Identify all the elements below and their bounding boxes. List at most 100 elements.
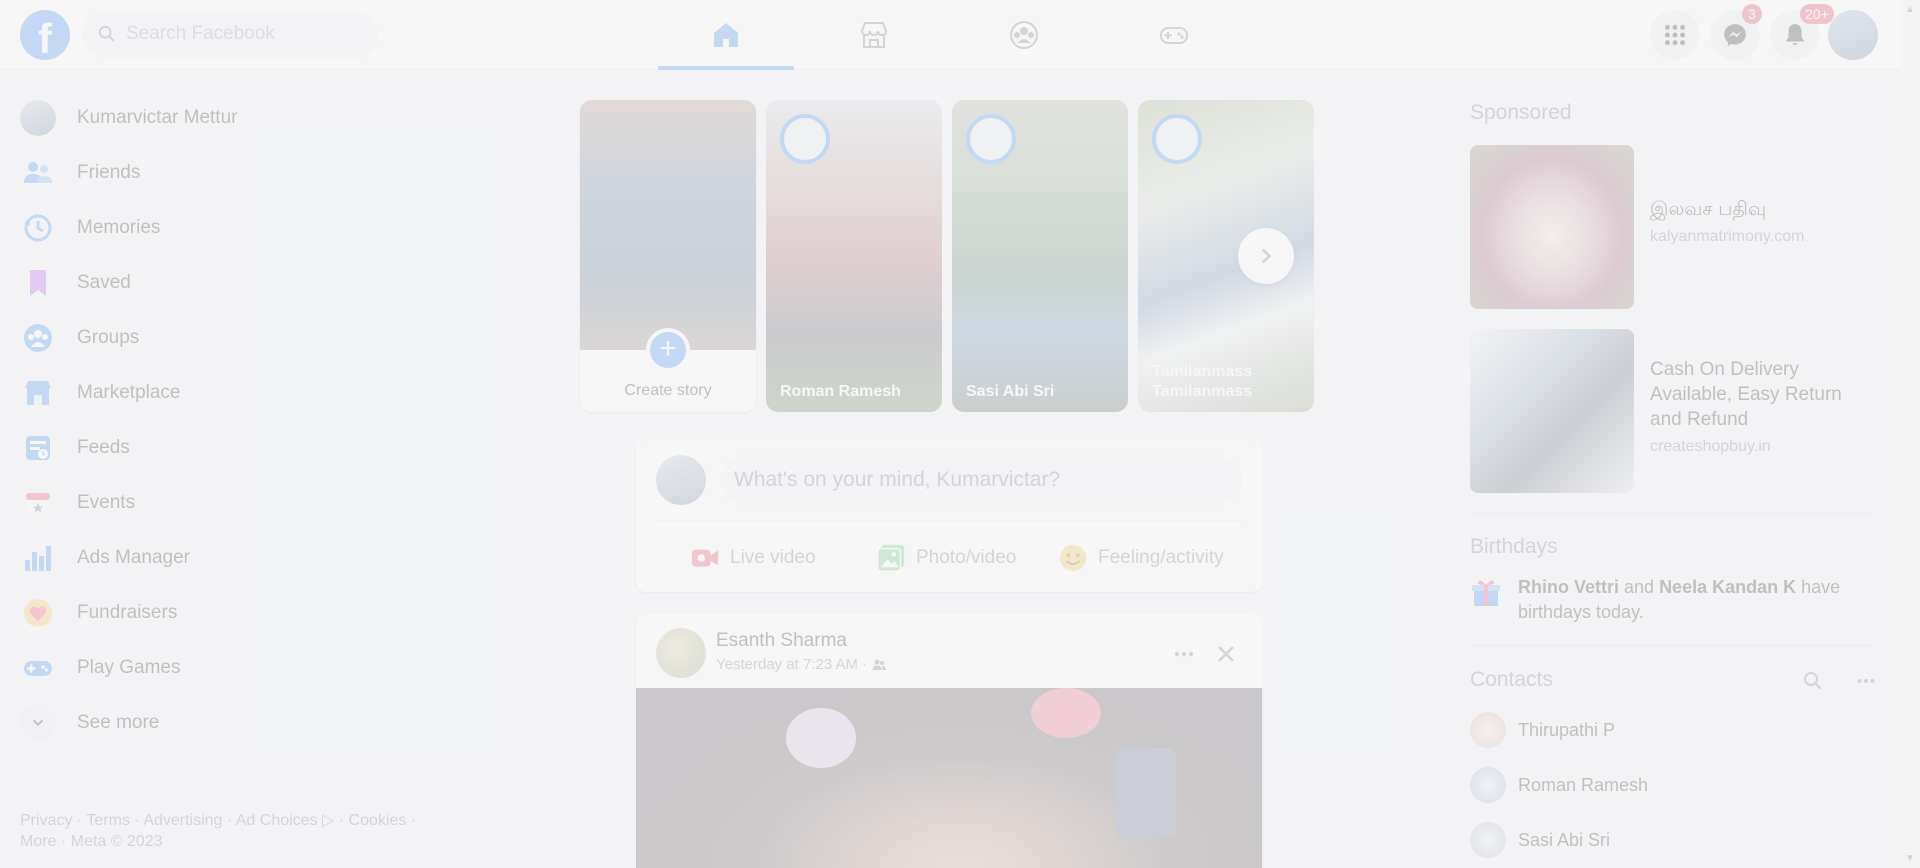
- close-icon: [1218, 646, 1234, 662]
- contact-item[interactable]: Sasi Abi Sri: [1470, 820, 1610, 860]
- scroll-up-arrow[interactable]: ▲: [1905, 4, 1915, 15]
- avatar[interactable]: [656, 455, 706, 505]
- sidebar-item-friends[interactable]: Friends: [10, 145, 430, 200]
- post-composer: What's on your mind, Kumarvictar? Live v…: [636, 440, 1262, 592]
- birthday-name[interactable]: Rhino Vettri: [1518, 577, 1619, 597]
- footer-line[interactable]: Privacy · Terms · Advertising · Ad Choic…: [20, 810, 440, 831]
- sidebar-item-see-more[interactable]: See more: [10, 695, 430, 750]
- avatar: [20, 99, 56, 136]
- tab-groups[interactable]: [956, 0, 1092, 70]
- story-card[interactable]: Roman Ramesh: [766, 100, 942, 412]
- divider: [1470, 513, 1876, 514]
- sidebar-item-label: Fundraisers: [77, 601, 178, 623]
- composer-input[interactable]: What's on your mind, Kumarvictar?: [720, 455, 1242, 505]
- footer-line[interactable]: More · Meta © 2023: [20, 831, 440, 852]
- grid-menu-icon: [1664, 24, 1686, 46]
- avatar: [1470, 767, 1506, 803]
- contacts-search-button[interactable]: [1798, 666, 1828, 696]
- post-time[interactable]: Yesterday at 7:23 AM ·: [716, 656, 867, 673]
- tab-marketplace[interactable]: [806, 0, 942, 70]
- sidebar-item-memories[interactable]: Memories: [10, 200, 430, 255]
- memories-icon: [24, 214, 52, 241]
- top-bar: f 3 20+: [0, 0, 1900, 70]
- sidebar-item-groups[interactable]: Groups: [10, 310, 430, 365]
- create-story-label: Create story: [624, 382, 712, 399]
- scroll-down-arrow[interactable]: ▼: [1905, 853, 1915, 864]
- post-options-button[interactable]: [1166, 636, 1202, 672]
- live-video-button[interactable]: Live video: [690, 540, 816, 576]
- more-horizontal-icon: [1174, 651, 1194, 657]
- feeling-activity-button[interactable]: Feeling/activity: [1058, 540, 1224, 576]
- ad-title: Cash On Delivery Available, Easy Return …: [1650, 359, 1842, 430]
- sidebar-item-feeds[interactable]: Feeds: [10, 420, 430, 475]
- sidebar-item-label: See more: [77, 711, 160, 733]
- post-image[interactable]: [636, 688, 1262, 868]
- contact-name: Thirupathi P: [1518, 719, 1616, 740]
- sidebar-item-label: Events: [77, 491, 136, 513]
- story-card[interactable]: Sasi Abi Sri: [952, 100, 1128, 412]
- flower-shape: [1031, 688, 1101, 738]
- account-avatar[interactable]: [1828, 10, 1878, 60]
- birthday-name[interactable]: Neela Kandan K: [1659, 577, 1796, 597]
- ad-site: kalyanmatrimony.com: [1650, 228, 1805, 245]
- messenger-button[interactable]: 3: [1710, 4, 1762, 60]
- hide-post-button[interactable]: [1208, 636, 1244, 672]
- photo-video-button[interactable]: Photo/video: [876, 540, 1016, 576]
- sidebar-item-marketplace[interactable]: Marketplace: [10, 365, 430, 420]
- saved-icon: [30, 269, 46, 296]
- post-author[interactable]: Esanth Sharma: [716, 630, 847, 652]
- sidebar-item-label: Kumarvictar Mettur: [77, 106, 238, 128]
- ad-image: [1470, 329, 1634, 493]
- sidebar-item-label: Memories: [77, 216, 161, 238]
- fundraisers-icon: [24, 598, 52, 627]
- sidebar-item-label: Saved: [77, 271, 131, 293]
- contact-item[interactable]: Thirupathi P: [1470, 710, 1615, 750]
- contact-item[interactable]: Roman Ramesh: [1470, 765, 1648, 805]
- facebook-logo[interactable]: f: [20, 10, 70, 60]
- contacts-options-button[interactable]: [1851, 666, 1881, 696]
- ad-title: இலவச பதிவு: [1650, 199, 1767, 220]
- stories-next-button[interactable]: [1238, 228, 1294, 284]
- story-avatar: [780, 114, 830, 164]
- groups-icon: [1010, 21, 1038, 49]
- search-box[interactable]: [82, 10, 378, 58]
- marketplace-icon: [25, 380, 51, 405]
- left-sidebar: Kumarvictar Mettur Friends Memories Save…: [10, 90, 430, 750]
- sidebar-item-events[interactable]: Events: [10, 475, 430, 530]
- sponsored-ad[interactable]: இலவச பதிவு kalyanmatrimony.com: [1470, 145, 1876, 309]
- photo-icon: [877, 544, 905, 572]
- notifications-button[interactable]: 20+: [1770, 4, 1834, 60]
- avatar: [1470, 712, 1506, 748]
- tab-home[interactable]: [658, 0, 794, 70]
- sidebar-item-play-games[interactable]: Play Games: [10, 640, 430, 695]
- story-avatar: [966, 114, 1016, 164]
- page-scrollbar[interactable]: ▲ ▼: [1900, 0, 1920, 868]
- home-icon: [714, 23, 738, 47]
- stories-tray: + Create story Roman Ramesh Sasi Abi Sri…: [580, 100, 1314, 412]
- menu-button[interactable]: [1650, 10, 1700, 60]
- tab-gaming[interactable]: [1106, 0, 1242, 70]
- birthday-notice[interactable]: Rhino Vettri and Neela Kandan K have bir…: [1470, 575, 1876, 625]
- story-avatar: [1152, 114, 1202, 164]
- birthday-joiner: and: [1619, 577, 1660, 597]
- sponsored-heading: Sponsored: [1470, 101, 1572, 124]
- create-story-card[interactable]: + Create story: [580, 100, 756, 412]
- sidebar-item-label: Friends: [77, 161, 141, 183]
- plus-icon[interactable]: +: [646, 328, 690, 372]
- sidebar-item-label: Groups: [77, 326, 140, 348]
- play-games-icon: [24, 660, 52, 676]
- sidebar-item-saved[interactable]: Saved: [10, 255, 430, 310]
- gaming-icon: [1160, 27, 1188, 44]
- sponsored-ad[interactable]: Cash On Delivery Available, Easy Return …: [1470, 329, 1876, 493]
- sidebar-item-ads-manager[interactable]: Ads Manager: [10, 530, 430, 585]
- feeling-icon: [1059, 544, 1087, 572]
- chevron-right-icon: [1261, 248, 1272, 264]
- sidebar-item-profile[interactable]: Kumarvictar Mettur: [10, 90, 430, 145]
- ad-text: இலவச பதிவு kalyanmatrimony.com: [1650, 197, 1876, 249]
- avatar[interactable]: [656, 628, 706, 678]
- ads-manager-icon: [25, 545, 51, 571]
- feeds-icon: [26, 435, 50, 460]
- sidebar-item-fundraisers[interactable]: Fundraisers: [10, 585, 430, 640]
- feed-post: Esanth Sharma Yesterday at 7:23 AM ·: [636, 614, 1262, 868]
- search-input[interactable]: [126, 23, 366, 45]
